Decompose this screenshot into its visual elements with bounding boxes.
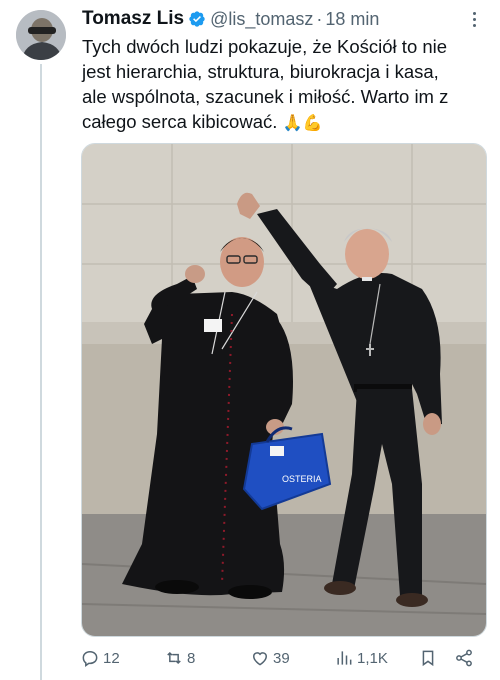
tweet-text-line-end: całego serca kibicować. — [82, 111, 278, 132]
reply-icon — [82, 650, 98, 667]
avatar[interactable] — [16, 10, 66, 60]
like-icon — [252, 652, 268, 666]
bag-logo: OSTERIA — [282, 474, 322, 484]
bookmark-button[interactable] — [418, 648, 438, 668]
like-count: 39 — [273, 649, 290, 667]
thread-line — [40, 64, 42, 680]
verified-badge-icon — [189, 11, 205, 27]
like-button[interactable]: 39 — [250, 648, 290, 668]
views-icon — [337, 651, 352, 665]
share-icon — [456, 649, 472, 667]
share-button[interactable] — [454, 648, 474, 668]
tweet: Tomasz Lis @lis_tomasz · 18 min Tych dwó… — [0, 0, 500, 680]
views-button[interactable]: 1,1K — [334, 648, 388, 668]
tweet-actions: 12 8 39 1,1K — [80, 646, 480, 670]
author-name[interactable]: Tomasz Lis — [82, 8, 184, 30]
repost-button[interactable]: 8 — [164, 648, 195, 668]
tweet-text: Tych dwóch ludzi pokazuje, że Kościół to… — [82, 34, 492, 136]
repost-icon — [167, 651, 181, 665]
tweet-text-line: jest hierarchia, struktura, biurokracja … — [82, 61, 439, 82]
repost-count: 8 — [187, 649, 196, 667]
tweet-text-line: całego serca kibicować. 🙏💪 — [82, 109, 492, 136]
tweet-text-line: ale wspólnota, szacunek i miłość. Warto … — [82, 86, 449, 107]
tweet-photo[interactable]: OSTERIA — [81, 143, 487, 637]
emoji: 🙏💪 — [282, 115, 323, 132]
tweet-header: Tomasz Lis @lis_tomasz · 18 min — [82, 6, 476, 32]
views-count: 1,1K — [357, 649, 388, 667]
author-handle[interactable]: @lis_tomasz — [210, 9, 313, 30]
tweet-text-line: Tych dwóch ludzi pokazuje, że Kościół to… — [82, 36, 448, 57]
reply-button[interactable]: 12 — [80, 648, 120, 668]
timestamp[interactable]: 18 min — [325, 9, 379, 30]
separator-dot: · — [316, 8, 323, 29]
bookmark-icon — [422, 650, 434, 667]
reply-count: 12 — [103, 649, 120, 667]
more-options-icon[interactable] — [464, 8, 484, 30]
